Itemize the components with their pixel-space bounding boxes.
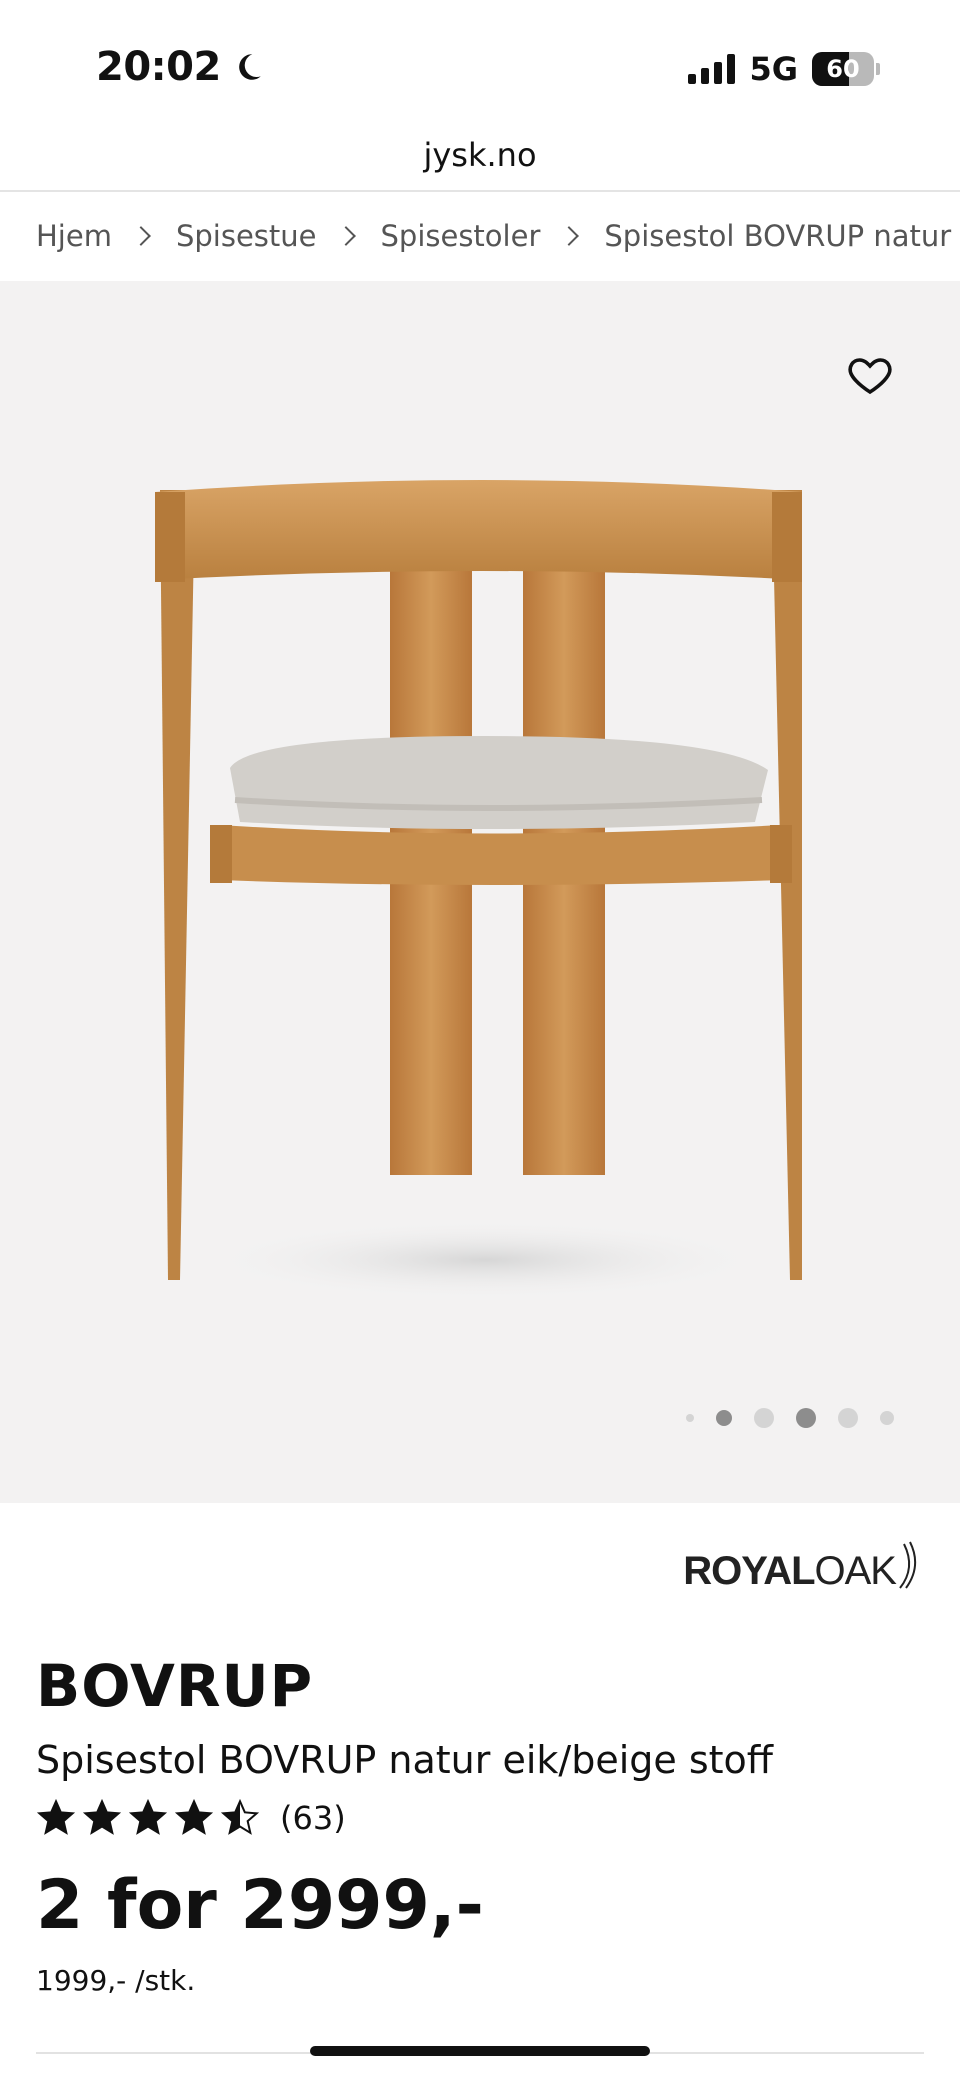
- breadcrumb: Hjem Spisestue Spisestoler Spisestol BOV…: [36, 192, 960, 280]
- brand-logo: ROYAL OAK: [683, 1540, 920, 1594]
- breadcrumb-item-current: Spisestol BOVRUP natur eik: [604, 219, 960, 253]
- status-indicators: 5G 60: [688, 50, 880, 88]
- brand-logo-part1: ROYAL: [683, 1549, 815, 1593]
- pagination-dot[interactable]: [686, 1414, 694, 1422]
- pagination-dot[interactable]: [796, 1408, 816, 1428]
- url-text: jysk.no: [423, 136, 537, 174]
- rating-count: (63): [280, 1799, 346, 1837]
- rating[interactable]: (63): [36, 1798, 346, 1838]
- product-title: BOVRUP: [36, 1652, 314, 1720]
- pagination-dot[interactable]: [838, 1408, 858, 1428]
- home-indicator: [310, 2046, 650, 2056]
- pagination-dot[interactable]: [716, 1410, 732, 1426]
- brand-mark-icon: [899, 1541, 917, 1589]
- battery-icon: 60: [812, 52, 880, 86]
- breadcrumb-item-home[interactable]: Hjem: [36, 219, 112, 253]
- signal-icon: [688, 54, 736, 84]
- breadcrumb-item-spisestue[interactable]: Spisestue: [176, 219, 317, 253]
- product-subtitle: Spisestol BOVRUP natur eik/beige stoff: [36, 1738, 773, 1782]
- pagination-dot[interactable]: [880, 1411, 894, 1425]
- pagination-dot[interactable]: [754, 1408, 774, 1428]
- price: 2 for 2999,-: [36, 1866, 484, 1945]
- product-image: [155, 480, 802, 1300]
- moon-icon: [239, 54, 261, 80]
- address-bar[interactable]: jysk.no: [0, 120, 960, 192]
- chevron-right-icon: [335, 226, 356, 246]
- unit-price: 1999,- /stk.: [36, 1964, 196, 1997]
- clock: 20:02: [96, 44, 265, 90]
- star-icon: [82, 1798, 122, 1835]
- breadcrumb-item-spisestoler[interactable]: Spisestoler: [381, 219, 541, 253]
- clock-time: 20:02: [96, 44, 221, 90]
- chevron-right-icon: [559, 226, 580, 246]
- heart-icon[interactable]: [846, 350, 894, 398]
- battery-level: 60: [826, 55, 860, 83]
- star-icon: [36, 1798, 76, 1835]
- image-pagination-dots[interactable]: [686, 1408, 894, 1428]
- network-label: 5G: [749, 50, 798, 88]
- rating-stars: [36, 1798, 260, 1838]
- star-icon: [174, 1798, 214, 1835]
- chevron-right-icon: [131, 226, 151, 246]
- brand-logo-part2: OAK: [814, 1549, 897, 1593]
- star-icon: [220, 1798, 260, 1835]
- status-bar: 20:02 5G 60: [0, 0, 960, 120]
- star-icon: [128, 1798, 168, 1835]
